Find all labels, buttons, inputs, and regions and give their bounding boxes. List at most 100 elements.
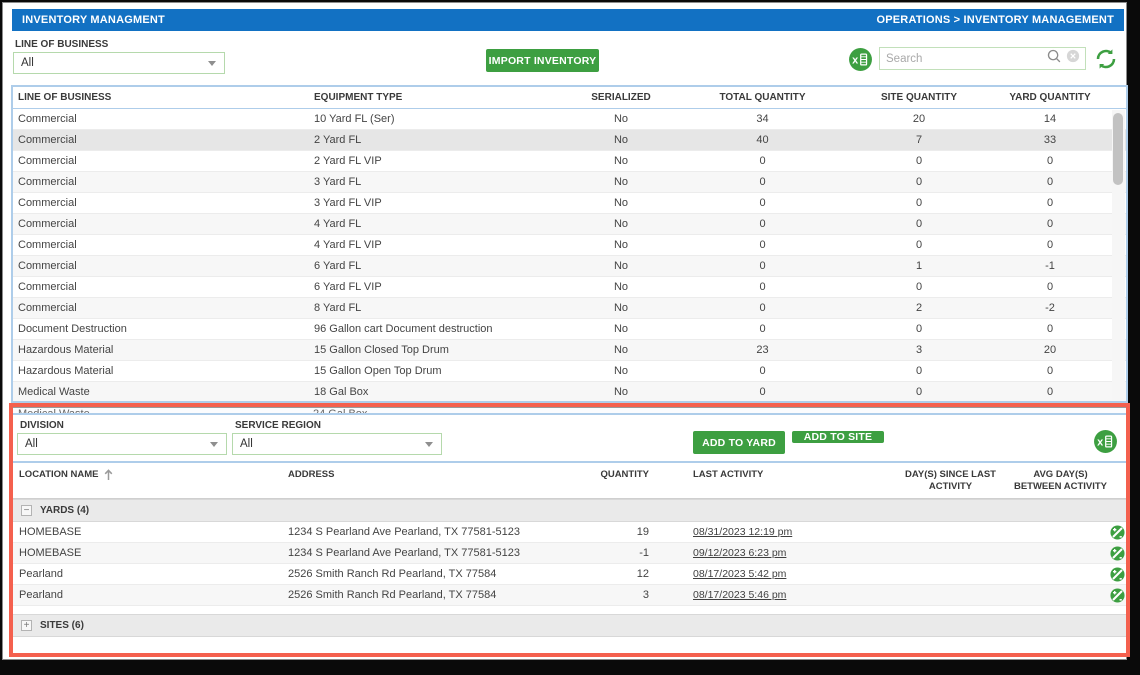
column-header-equipment-type[interactable]: EQUIPMENT TYPE [309, 92, 567, 103]
inventory-row[interactable]: Document Destruction 96 Gallon cart Docum… [13, 319, 1126, 340]
adjust-quantity-icon[interactable] [1108, 545, 1126, 561]
excel-export-icon[interactable]: x [1093, 429, 1118, 454]
location-row[interactable]: HOMEBASE 1234 S Pearland Ave Pearland, TX… [13, 543, 1126, 564]
column-header-quantity[interactable]: QUANTITY [563, 469, 653, 481]
total-quantity-cell: 0 [759, 302, 766, 314]
column-header-location-name[interactable]: LOCATION NAME [13, 469, 283, 481]
last-activity-link[interactable]: 08/17/2023 5:46 pm [693, 589, 786, 601]
serialized-cell: No [613, 281, 629, 293]
expand-icon[interactable]: + [21, 620, 32, 631]
total-quantity-cell: 0 [759, 176, 766, 188]
collapse-icon[interactable]: − [21, 505, 32, 516]
location-row[interactable]: Pearland 2526 Smith Ranch Rd Pearland, TX… [13, 564, 1126, 585]
serialized-cell: No [613, 134, 629, 146]
inventory-row[interactable]: Commercial 3 Yard FL VIP No 0 0 0 [13, 193, 1126, 214]
refresh-icon[interactable] [1094, 47, 1118, 71]
import-inventory-button[interactable]: IMPORT INVENTORY [486, 49, 599, 72]
svg-text:x: x [852, 54, 858, 66]
inventory-row[interactable]: Commercial 2 Yard FL No 40 7 33 [13, 130, 1126, 151]
line-of-business-select[interactable]: All [13, 52, 225, 74]
serialized-cell: No [613, 218, 629, 230]
address-cell: 1234 S Pearland Ave Pearland, TX 77581-5… [288, 547, 520, 559]
line-of-business-cell: Commercial [18, 197, 77, 209]
last-activity-link[interactable]: 08/31/2023 12:19 pm [693, 526, 792, 538]
line-of-business-cell: Hazardous Material [18, 365, 114, 377]
adjust-quantity-icon[interactable] [1108, 524, 1126, 540]
add-to-site-button[interactable]: ADD TO SITE [792, 431, 884, 443]
inventory-row[interactable]: Commercial 10 Yard FL (Ser) No 34 20 14 [13, 109, 1126, 130]
inventory-row[interactable]: Medical Waste 18 Gal Box No 0 0 0 [13, 382, 1126, 401]
total-quantity-cell: 0 [759, 197, 766, 209]
inventory-row[interactable]: Commercial 8 Yard FL No 0 2 -2 [13, 298, 1126, 319]
location-group-header[interactable]: + SITES (6) [13, 614, 1126, 637]
column-header-serialized[interactable]: SERIALIZED [567, 92, 675, 103]
column-header-yard-quantity[interactable]: YARD QUANTITY [988, 92, 1112, 103]
line-of-business-cell: Commercial [18, 260, 77, 272]
add-to-yard-button[interactable]: ADD TO YARD [693, 431, 785, 454]
location-row[interactable]: Pearland 2526 Smith Ranch Rd Pearland, TX… [13, 585, 1126, 606]
search-input[interactable] [886, 52, 1042, 65]
inventory-row[interactable]: Commercial 6 Yard FL VIP No 0 0 0 [13, 277, 1126, 298]
serialized-cell: No [613, 302, 629, 314]
vertical-scrollbar[interactable] [1112, 110, 1125, 400]
service-region-label: SERVICE REGION [235, 420, 321, 431]
column-header-days-since-last-activity[interactable]: DAY(S) SINCE LAST ACTIVITY [888, 469, 1013, 493]
inventory-row[interactable]: Hazardous Material 15 Gallon Open Top Dru… [13, 361, 1126, 382]
inventory-row[interactable]: Commercial 3 Yard FL No 0 0 0 [13, 172, 1126, 193]
site-quantity-cell: 0 [915, 197, 923, 209]
last-activity-link[interactable]: 09/12/2023 6:23 pm [693, 547, 786, 559]
excel-export-icon[interactable]: x [848, 47, 873, 72]
line-of-business-cell: Commercial [18, 302, 77, 314]
chevron-down-icon [425, 441, 433, 447]
location-row[interactable]: HOMEBASE 1234 S Pearland Ave Pearland, TX… [13, 522, 1126, 543]
equipment-type-cell: 2 Yard FL [314, 134, 362, 146]
scrollbar-thumb[interactable] [1113, 113, 1123, 185]
line-of-business-cell: Commercial [18, 281, 77, 293]
clear-search-icon[interactable] [1066, 49, 1080, 68]
inventory-row[interactable]: Hazardous Material 15 Gallon Closed Top D… [13, 340, 1126, 361]
page-title: INVENTORY MANAGMENT [22, 14, 165, 26]
line-of-business-cell: Commercial [18, 113, 77, 125]
inventory-row[interactable]: Commercial 6 Yard FL No 0 1 -1 [13, 256, 1126, 277]
service-region-select[interactable]: All [232, 433, 442, 455]
total-quantity-cell: 23 [756, 344, 769, 356]
line-of-business-cell: Commercial [18, 155, 77, 167]
last-activity-link[interactable]: 08/17/2023 5:42 pm [693, 568, 786, 580]
inventory-row[interactable]: Commercial 4 Yard FL VIP No 0 0 0 [13, 235, 1126, 256]
yard-quantity-cell: 0 [1046, 197, 1054, 209]
column-header-total-quantity[interactable]: TOTAL QUANTITY [675, 92, 850, 103]
adjust-quantity-icon[interactable] [1108, 587, 1126, 603]
group-label: SITES (6) [40, 620, 84, 631]
location-group-header[interactable]: − YARDS (4) [13, 499, 1126, 522]
equipment-type-cell: 3 Yard FL VIP [314, 197, 382, 209]
serialized-cell: No [613, 176, 629, 188]
column-header-line-of-business[interactable]: LINE OF BUSINESS [13, 92, 309, 103]
last-activity-cell: 08/17/2023 5:42 pm [653, 568, 888, 580]
address-cell: 2526 Smith Ranch Rd Pearland, TX 77584 [288, 568, 497, 580]
location-name-cell: Pearland [19, 568, 64, 580]
equipment-type-cell: 15 Gallon Open Top Drum [314, 365, 442, 377]
serialized-cell: No [613, 239, 629, 251]
last-activity-cell: 08/31/2023 12:19 pm [653, 526, 888, 538]
clipped-table-row: Medical Waste 24 Gal Box [13, 407, 1126, 415]
search-box [879, 47, 1086, 70]
adjust-quantity-icon[interactable] [1108, 566, 1126, 582]
equipment-type-cell: 15 Gallon Closed Top Drum [314, 344, 449, 356]
column-header-last-activity[interactable]: LAST ACTIVITY [653, 469, 888, 481]
division-select[interactable]: All [17, 433, 227, 455]
serialized-cell: No [613, 344, 629, 356]
inventory-row[interactable]: Commercial 4 Yard FL No 0 0 0 [13, 214, 1126, 235]
site-quantity-cell: 0 [915, 155, 923, 167]
search-icon[interactable] [1046, 48, 1062, 69]
breadcrumb: OPERATIONS > INVENTORY MANAGEMENT [876, 14, 1114, 26]
line-of-business-cell: Commercial [18, 134, 77, 146]
column-header-address[interactable]: ADDRESS [283, 469, 563, 481]
inventory-table-body: Commercial 10 Yard FL (Ser) No 34 20 14 Commer… [13, 109, 1126, 401]
column-header-avg-days-between-activity[interactable]: AVG DAY(S) BETWEEN ACTIVITY [1013, 469, 1108, 493]
equipment-type-cell: 6 Yard FL [314, 260, 362, 272]
site-quantity-cell: 0 [915, 239, 923, 251]
equipment-type-cell: 10 Yard FL (Ser) [314, 113, 395, 125]
column-header-site-quantity[interactable]: SITE QUANTITY [850, 92, 988, 103]
yard-quantity-cell: 0 [1046, 239, 1054, 251]
inventory-row[interactable]: Commercial 2 Yard FL VIP No 0 0 0 [13, 151, 1126, 172]
